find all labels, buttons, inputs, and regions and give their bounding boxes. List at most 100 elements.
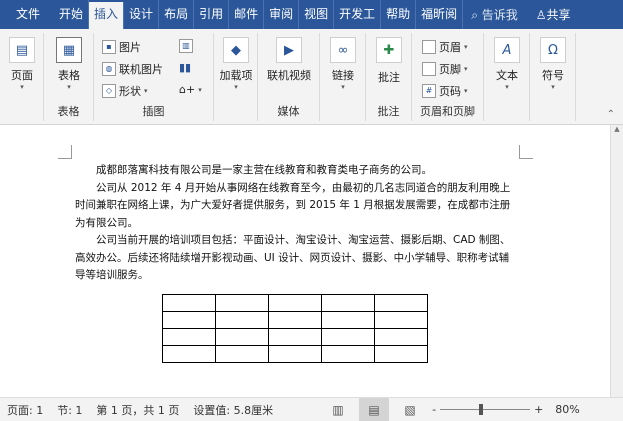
comment-button[interactable]: ✚ 批注: [367, 35, 411, 85]
table-cell[interactable]: [215, 328, 269, 346]
symbol-button[interactable]: Ω 符号 ▾: [531, 35, 575, 91]
print-layout-icon[interactable]: ▤: [359, 398, 390, 421]
tab-layout[interactable]: 布局: [159, 0, 195, 29]
table-cell[interactable]: [268, 345, 322, 363]
collapse-ribbon-icon[interactable]: ⌃: [607, 109, 615, 120]
group-media: ▶ 联机视频 媒体: [258, 33, 320, 121]
tab-foxit[interactable]: 福昕阅: [416, 0, 464, 29]
zoom-slider[interactable]: [440, 404, 531, 415]
tab-references[interactable]: 引用: [194, 0, 230, 29]
footer-button[interactable]: 页脚 ▾: [422, 61, 468, 77]
status-page[interactable]: 页面: 1: [7, 402, 43, 418]
group-comments: ✚ 批注 批注: [366, 33, 412, 121]
scroll-up-icon[interactable]: ▲: [611, 125, 623, 133]
pages-label: 页面: [11, 69, 33, 82]
read-mode-icon[interactable]: ▥: [323, 398, 353, 421]
tab-view[interactable]: 视图: [299, 0, 335, 29]
group-pages: ▤ 页面 ▾: [0, 33, 44, 121]
table-cell[interactable]: [162, 345, 216, 363]
table-cell[interactable]: [162, 294, 216, 312]
tab-mailings[interactable]: 邮件: [229, 0, 265, 29]
online-video-label: 联机视频: [267, 69, 311, 82]
table-cell[interactable]: [268, 311, 322, 329]
header-button[interactable]: 页眉 ▾: [422, 39, 468, 55]
document-table[interactable]: [162, 294, 428, 363]
zoom-level[interactable]: 80%: [555, 403, 579, 416]
page-number-button[interactable]: # 页码 ▾: [422, 83, 468, 99]
table-cell[interactable]: [374, 311, 428, 329]
table-button[interactable]: ▦ 表格 ▾: [47, 35, 91, 91]
group-illustrations: ▪ 图片 ◍ 联机图片 ◇ 形状 ▾ ▥ ▮▮ ⌂+ ▾ 插图: [94, 33, 214, 121]
text-label: 文本: [496, 69, 518, 82]
picture-icon: ▪: [102, 40, 116, 54]
group-label-illustrations: 插图: [142, 105, 165, 118]
smartart-button[interactable]: ▥: [179, 39, 193, 53]
smartart-icon: ▥: [179, 39, 193, 53]
group-header-footer: 页眉 ▾ 页脚 ▾ # 页码 ▾ 页眉和页脚: [412, 33, 484, 121]
table-cell[interactable]: [321, 345, 375, 363]
screenshot-button[interactable]: ⌂+ ▾: [179, 83, 202, 96]
web-layout-icon[interactable]: ▧: [395, 398, 425, 421]
tell-me-label: 告诉我: [481, 8, 518, 22]
link-button[interactable]: ∞ 链接 ▾: [321, 35, 365, 91]
table-cell[interactable]: [321, 328, 375, 346]
tab-review[interactable]: 审阅: [264, 0, 300, 29]
addins-button[interactable]: ◆ 加载项 ▾: [214, 35, 258, 91]
table-cell[interactable]: [215, 311, 269, 329]
table-cell[interactable]: [215, 294, 269, 312]
status-page-count[interactable]: 第 1 页，共 1 页: [96, 402, 179, 418]
table-cell[interactable]: [374, 294, 428, 312]
status-section[interactable]: 节: 1: [57, 402, 82, 418]
chart-button[interactable]: ▮▮: [179, 61, 191, 74]
crop-mark: [58, 145, 72, 159]
tab-help[interactable]: 帮助: [381, 0, 417, 29]
table-cell[interactable]: [215, 345, 269, 363]
tab-insert[interactable]: 插入: [89, 2, 125, 31]
tab-design[interactable]: 设计: [124, 0, 160, 29]
document-text[interactable]: 成都郎落寓科技有限公司是一家主营在线教育和教育类电子商务的公司。 公司从 201…: [75, 162, 519, 285]
table-cell[interactable]: [162, 311, 216, 329]
zoom-in-button[interactable]: +: [534, 403, 543, 416]
tab-file[interactable]: 文件: [0, 0, 54, 29]
group-text: A 文本 ▾: [484, 33, 530, 121]
footer-icon: [422, 62, 436, 76]
group-addins: ◆ 加载项 ▾: [214, 33, 258, 121]
text-button[interactable]: A 文本 ▾: [485, 35, 529, 91]
shapes-icon: ◇: [102, 84, 116, 98]
online-video-button[interactable]: ▶ 联机视频: [258, 35, 320, 83]
share-button[interactable]: ♙共享: [536, 6, 571, 23]
table-cell[interactable]: [268, 328, 322, 346]
table-cell[interactable]: [321, 311, 375, 329]
picture-button[interactable]: ▪ 图片: [102, 39, 141, 55]
link-icon: ∞: [330, 37, 356, 63]
tab-developer[interactable]: 开发工: [334, 0, 382, 29]
chart-icon: ▮▮: [179, 61, 192, 74]
table-row: [162, 328, 428, 346]
status-setting[interactable]: 设置值: 5.8厘米: [193, 402, 273, 418]
group-symbols: Ω 符号 ▾: [530, 33, 576, 121]
shapes-button[interactable]: ◇ 形状 ▾: [102, 83, 148, 99]
search-icon: ⌕: [471, 8, 482, 22]
page-number-icon: #: [422, 84, 436, 98]
ribbon: ▤ 页面 ▾ ▦ 表格 ▾ 表格 ▪ 图片 ◍ 联机图片 ◇ 形状 ▾ ▥ ▮▮ ⌂+ ▾ 插图 …: [0, 29, 623, 125]
paragraph: 公司从 2012 年 4 月开始从事网络在线教育至今，由最初的几名志同道合的朋友…: [75, 181, 511, 229]
symbol-label: 符号: [542, 69, 564, 82]
table-cell[interactable]: [268, 294, 322, 312]
table-cell[interactable]: [374, 345, 428, 363]
online-picture-button[interactable]: ◍ 联机图片: [102, 61, 163, 77]
tab-home[interactable]: 开始: [54, 0, 90, 29]
person-icon: ♙: [535, 8, 547, 22]
zoom-out-button[interactable]: -: [432, 403, 436, 416]
table-cell[interactable]: [321, 294, 375, 312]
online-picture-icon: ◍: [102, 62, 116, 76]
vertical-scrollbar[interactable]: ▲: [610, 125, 623, 397]
footer-label: 页脚: [439, 63, 461, 76]
table-row: [162, 311, 428, 329]
table-cell[interactable]: [374, 328, 428, 346]
zoom-slider-thumb[interactable]: [478, 404, 483, 415]
page-icon: ▤: [9, 37, 35, 63]
table-cell[interactable]: [162, 328, 216, 346]
tell-me[interactable]: ⌕ 告诉我: [471, 6, 518, 23]
pages-button[interactable]: ▤ 页面 ▾: [0, 35, 44, 91]
online-picture-label: 联机图片: [119, 63, 163, 76]
